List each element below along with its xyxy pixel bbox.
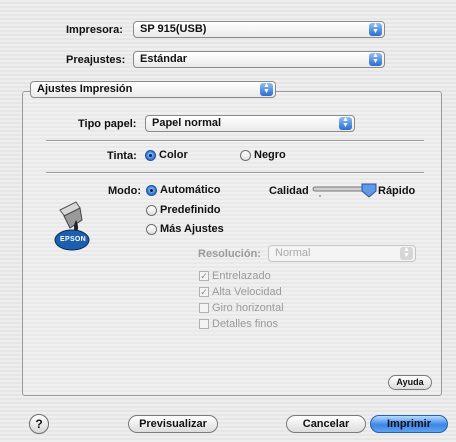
mode-automatic-label: Automático xyxy=(160,184,221,196)
divider xyxy=(46,172,424,174)
quality-fast-label: Rápido xyxy=(378,185,416,197)
printer-select[interactable]: SP 915(USB) ▲ ▼ xyxy=(133,21,385,38)
ink-black-radio[interactable]: Negro xyxy=(240,149,286,161)
epson-printer-icon: EPSON xyxy=(50,200,98,252)
mode-more-settings-label: Más Ajustes xyxy=(160,223,224,235)
checkbox-interlaced[interactable]: ✓ Entrelazado xyxy=(199,270,271,282)
ink-black-label: Negro xyxy=(254,149,286,161)
radio-selected-icon xyxy=(146,184,157,196)
resolution-label: Resolución: xyxy=(198,248,261,260)
popup-arrows-icon: ▲ ▼ xyxy=(369,22,382,36)
checkbox-high-speed[interactable]: ✓ Alta Velocidad xyxy=(199,286,282,298)
checkbox-interlaced-label: Entrelazado xyxy=(212,270,271,282)
presets-label: Preajustes: xyxy=(66,54,126,66)
popup-arrows-icon: ▲ ▼ xyxy=(400,246,413,260)
mode-predefined-label: Predefinido xyxy=(160,204,221,216)
quality-slider[interactable] xyxy=(312,183,384,199)
checkbox-checked-icon: ✓ xyxy=(199,271,209,281)
printer-value: SP 915(USB) xyxy=(140,23,207,35)
section-value: Ajustes Impresión xyxy=(37,83,133,95)
mode-predefined-radio[interactable]: Predefinido xyxy=(146,204,221,216)
quality-slider-track xyxy=(312,183,377,198)
checkbox-checked-icon: ✓ xyxy=(199,287,209,297)
checkbox-flip-horizontal-label: Giro horizontal xyxy=(212,302,284,314)
popup-arrows-icon: ▲ ▼ xyxy=(339,116,352,130)
epson-logo-text: EPSON xyxy=(60,236,87,243)
print-button[interactable]: Imprimir xyxy=(370,415,448,433)
popup-arrows-icon: ▲ ▼ xyxy=(260,82,273,96)
mode-more-settings-radio[interactable]: Más Ajustes xyxy=(146,223,224,235)
divider xyxy=(46,140,424,142)
radio-selected-icon xyxy=(145,149,156,161)
checkbox-fine-detail[interactable]: Detalles finos xyxy=(199,318,278,330)
preview-button[interactable]: Previsualizar xyxy=(128,415,218,433)
paper-type-select[interactable]: Papel normal ▲ ▼ xyxy=(145,115,355,132)
cancel-button[interactable]: Cancelar xyxy=(286,415,366,433)
ink-color-label: Color xyxy=(159,149,188,161)
presets-select[interactable]: Estándar ▲ ▼ xyxy=(133,51,385,68)
checkbox-high-speed-label: Alta Velocidad xyxy=(212,286,282,298)
printer-label: Impresora: xyxy=(66,24,123,36)
checkbox-unchecked-icon xyxy=(199,319,209,329)
mode-automatic-radio[interactable]: Automático xyxy=(146,184,221,196)
checkbox-fine-detail-label: Detalles finos xyxy=(212,318,279,330)
quality-label: Calidad xyxy=(269,185,309,197)
mode-label: Modo: xyxy=(108,185,141,197)
resolution-select[interactable]: Normal ▲ ▼ xyxy=(268,245,416,262)
radio-unselected-icon xyxy=(146,204,157,216)
radio-unselected-icon xyxy=(146,223,157,235)
checkbox-unchecked-icon xyxy=(199,303,209,313)
radio-unselected-icon xyxy=(240,149,251,161)
popup-arrows-icon: ▲ ▼ xyxy=(369,52,382,66)
section-select[interactable]: Ajustes Impresión ▲ ▼ xyxy=(30,81,276,98)
paper-type-value: Papel normal xyxy=(152,117,222,129)
ink-label: Tinta: xyxy=(107,150,137,162)
paper-type-label: Tipo papel: xyxy=(78,118,137,130)
checkbox-flip-horizontal[interactable]: Giro horizontal xyxy=(199,302,284,314)
help-question-button[interactable]: ? xyxy=(29,414,49,434)
ink-color-radio[interactable]: Color xyxy=(145,149,188,161)
resolution-value: Normal xyxy=(275,247,311,259)
presets-value: Estándar xyxy=(140,53,188,65)
help-button[interactable]: Ayuda xyxy=(388,375,432,390)
question-mark-icon: ? xyxy=(35,417,43,431)
